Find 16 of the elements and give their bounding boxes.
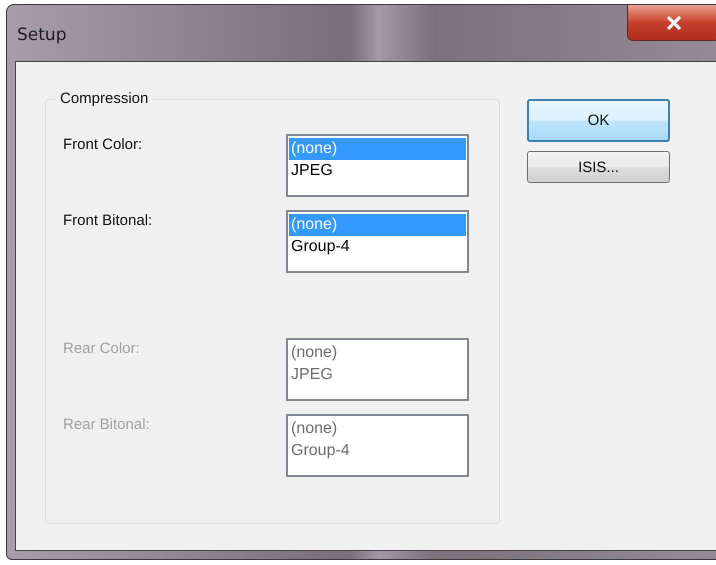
list-item[interactable]: (none) <box>289 138 466 160</box>
close-button[interactable] <box>627 5 716 41</box>
group-label: Compression <box>56 90 152 107</box>
list-box[interactable]: (none) Group-4 <box>286 210 469 273</box>
list-box[interactable]: (none) JPEG <box>286 134 469 197</box>
list-item[interactable]: JPEG <box>289 160 466 182</box>
close-icon <box>666 16 682 30</box>
list-item[interactable]: (none) <box>289 214 466 236</box>
dialog-button[interactable]: ISIS... <box>527 151 670 183</box>
field-label: Front Color: <box>63 136 144 153</box>
window-title: Setup <box>17 25 66 45</box>
field-label: Rear Color: <box>63 340 141 357</box>
field-label: Front Bitonal: <box>63 212 154 229</box>
dialog-button[interactable]: OK <box>527 99 670 142</box>
list-item[interactable]: Group-4 <box>289 236 466 258</box>
field-label: Rear Bitonal: <box>63 416 151 433</box>
